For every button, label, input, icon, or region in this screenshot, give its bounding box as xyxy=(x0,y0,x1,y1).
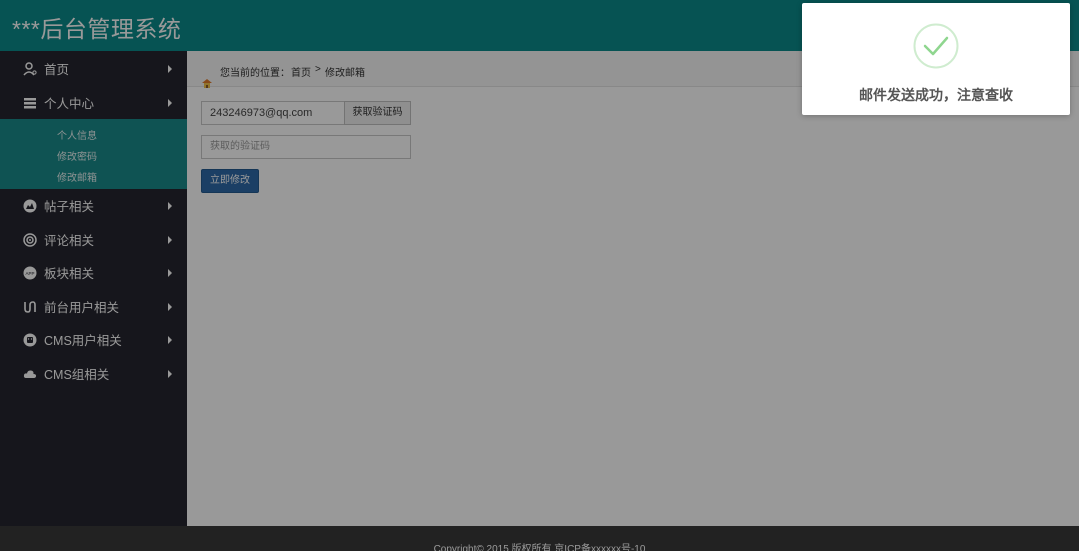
toast-message: 邮件发送成功，注意查收 xyxy=(859,87,1013,103)
check-circle-icon xyxy=(913,23,959,69)
success-toast: 邮件发送成功，注意查收 xyxy=(802,3,1070,115)
